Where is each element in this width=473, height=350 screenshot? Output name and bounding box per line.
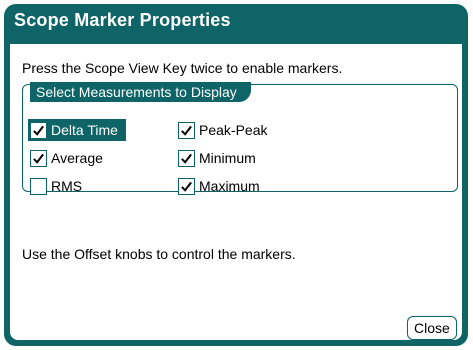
checkbox-delta-time[interactable]: Delta Time [28,119,126,141]
checkbox-box [178,177,195,195]
close-button[interactable]: Close [407,316,457,340]
checkbox-box [30,121,47,139]
checkbox-label: Delta Time [51,122,118,138]
dialog-title: Scope Marker Properties [14,10,231,30]
checkbox-minimum[interactable]: Minimum [176,147,256,169]
checkbox-box [178,149,195,167]
checkbox-maximum[interactable]: Maximum [176,175,260,197]
checkbox-label: Peak-Peak [199,122,268,138]
checkbox-box [178,121,195,139]
check-icon [33,125,44,136]
checkbox-label: Average [51,150,103,166]
measurements-group-label: Select Measurements to Display [30,82,251,102]
checkbox-box [30,149,47,167]
checkbox-average[interactable]: Average [28,147,103,169]
instruction-text: Press the Scope View Key twice to enable… [22,60,343,76]
checkbox-label: RMS [51,178,83,194]
checkbox-peak-peak[interactable]: Peak-Peak [176,119,267,141]
footer-text: Use the Offset knobs to control the mark… [22,246,296,262]
check-icon [181,153,192,164]
check-icon [33,153,44,164]
checkbox-label: Minimum [199,150,256,166]
check-icon [181,181,192,192]
checkbox-label: Maximum [199,178,260,194]
checkbox-rms[interactable]: RMS [28,175,82,197]
checkbox-box [30,177,47,195]
check-icon [181,125,192,136]
dialog-body: Press the Scope View Key twice to enable… [10,44,462,340]
scope-marker-dialog: Scope Marker Properties Press the Scope … [4,4,468,346]
